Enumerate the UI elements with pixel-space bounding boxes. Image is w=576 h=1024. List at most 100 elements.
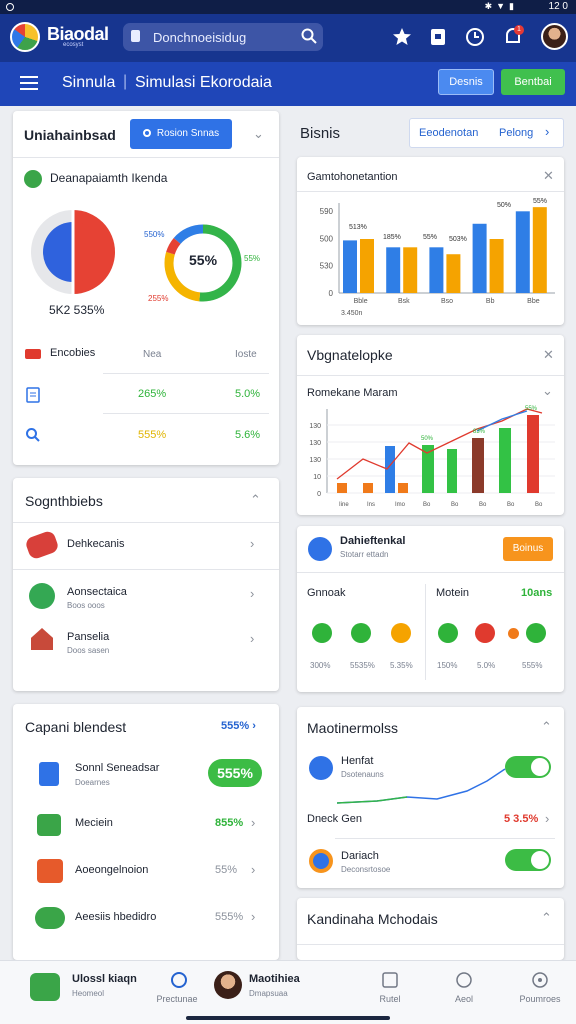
x-tick-label: Bb	[486, 298, 495, 305]
user-avatar[interactable]	[541, 23, 568, 50]
table-cell: 265%	[138, 388, 167, 400]
divider	[13, 569, 279, 570]
card-link[interactable]: 555% ›	[221, 720, 256, 732]
nav-tab[interactable]: Rutel	[360, 994, 420, 1004]
breadcrumb-bar: Sinnula | Simulasi Ekorodaia Desnis Bent…	[0, 62, 576, 106]
tab-detail[interactable]: Pelong	[499, 127, 533, 139]
y-tick-label: 0	[329, 289, 334, 298]
search-input[interactable]: Donchnoeisidug	[123, 23, 323, 51]
data-label: 83%	[473, 429, 486, 435]
list-item-title: Aeesiis hbedidro	[75, 911, 157, 923]
clock-icon[interactable]	[465, 27, 485, 47]
x-tick-label: Bo	[479, 502, 487, 508]
overview-card: Uniahainbsad Rosion Snnas ⌄ Deanapaiamth…	[13, 111, 279, 465]
donut-label: 55%	[244, 254, 261, 263]
chevron-up-icon[interactable]: ⌃	[541, 719, 552, 735]
chevron-up-icon[interactable]: ⌃	[541, 910, 552, 926]
filter-button-label: Rosion Snnas	[156, 128, 220, 139]
bar-chart: 590 500 530 0 Bble Bsk Bso Bb Bbe 513% 185% 55% 503%…	[320, 198, 555, 317]
profile-icon[interactable]	[30, 973, 60, 1001]
chevron-down-icon[interactable]: ⌄	[542, 383, 553, 399]
chevron-right-icon[interactable]: ›	[250, 586, 254, 601]
x-tick-label: Bso	[441, 298, 453, 305]
status-dot	[438, 623, 458, 643]
monitor-card: Maotinermolss ⌃ Henfat Dsotenauns Dneck …	[297, 707, 564, 888]
column-title: Gnnoak	[307, 587, 346, 599]
table-header: Nea	[143, 349, 162, 360]
bar	[343, 240, 357, 293]
bar	[527, 415, 539, 493]
bar	[429, 247, 444, 293]
avatar[interactable]	[214, 971, 242, 999]
status-time: 12 0	[548, 1, 568, 12]
brand-logo-icon[interactable]	[10, 22, 40, 52]
stat-value: 555%	[522, 661, 543, 670]
item-title: Dariach	[341, 850, 379, 862]
card-title: Sognthbiebs	[25, 493, 103, 509]
segment-icon	[24, 529, 60, 561]
card-title: Vbgnatelopke	[307, 347, 393, 363]
chevron-right-icon[interactable]: ›	[251, 815, 255, 830]
x-tick-label: Bo	[507, 502, 515, 508]
star-icon[interactable]	[392, 27, 412, 47]
chevron-right-icon[interactable]: ›	[545, 124, 549, 139]
chevron-right-icon[interactable]: ›	[251, 862, 255, 877]
list-item-title: Sonnl Seneadsar	[75, 762, 160, 774]
bar	[363, 483, 373, 493]
x-tick-label: Bo	[535, 502, 543, 508]
document-icon	[26, 387, 40, 403]
search-icon[interactable]	[25, 427, 41, 443]
close-icon[interactable]: ✕	[543, 347, 554, 363]
list-icon	[25, 349, 41, 359]
settings-icon[interactable]	[531, 971, 549, 989]
y-tick-label: 500	[320, 234, 334, 243]
chevron-right-icon[interactable]: ›	[545, 811, 549, 826]
secondary-action-button[interactable]: Desnis	[438, 69, 494, 95]
data-label: 185%	[383, 234, 401, 241]
chevron-right-icon[interactable]: ›	[251, 909, 255, 924]
stat-value: 5.35%	[390, 661, 413, 670]
column-value: 10ans	[521, 587, 553, 599]
card-title: Kandinaha Mchodais	[307, 911, 438, 927]
bar	[532, 207, 547, 293]
stats-action-button[interactable]: Boinus	[503, 537, 553, 561]
money-icon	[35, 907, 65, 929]
smile-icon[interactable]	[455, 971, 473, 989]
nav-profile-title: Maotihiea	[249, 973, 300, 985]
chart-icon[interactable]	[170, 971, 188, 989]
menu-icon[interactable]	[20, 76, 38, 90]
card-title: Capani blendest	[25, 719, 127, 735]
monitor-toggle[interactable]	[505, 756, 551, 778]
list-item-value: 55%	[215, 864, 238, 876]
bar	[385, 446, 395, 493]
monitor-toggle[interactable]	[505, 849, 551, 871]
search-icon[interactable]	[301, 28, 317, 44]
nav-tab[interactable]: Aeol	[434, 994, 494, 1004]
status-bar: ✱▼▮ 12 0	[0, 0, 576, 14]
close-icon[interactable]: ✕	[543, 168, 554, 184]
breadcrumb-root[interactable]: Sinnula	[62, 74, 115, 92]
x-tick-label: Bbe	[527, 298, 540, 305]
chevron-right-icon[interactable]: ›	[250, 536, 254, 551]
tab-overview[interactable]: Eeodenotan	[419, 127, 478, 139]
list-item-value: 555%	[215, 911, 244, 923]
status-dot	[391, 623, 411, 643]
status-dot	[312, 623, 332, 643]
bar	[472, 438, 484, 493]
filter-button[interactable]: Rosion Snnas	[130, 119, 232, 149]
primary-action-button[interactable]: Bentbai	[501, 69, 565, 95]
nav-tab[interactable]: Poumroes	[510, 994, 570, 1004]
trend-line	[337, 768, 506, 804]
briefcase-icon	[37, 814, 61, 836]
chevron-right-icon[interactable]: ›	[250, 631, 254, 646]
nav-tab-active[interactable]: Prectunae	[147, 994, 207, 1004]
bookmark-icon[interactable]	[428, 27, 448, 47]
bottom-navigation: Ulossl kiaqn Heomeol Prectunae Maotihiea…	[0, 960, 576, 1024]
data-label: 55%	[423, 234, 437, 241]
chevron-down-icon[interactable]: ⌄	[253, 126, 264, 142]
combo-chart: 130 130 130 10 0 50% 83% 55% Iine Ins Imo Bo Bo Bo Bo B…	[309, 406, 555, 508]
chevron-up-icon[interactable]: ⌃	[250, 492, 261, 508]
data-label: 55%	[525, 406, 538, 412]
inbox-icon[interactable]	[381, 971, 399, 989]
list-item-title: Meciein	[75, 817, 113, 829]
